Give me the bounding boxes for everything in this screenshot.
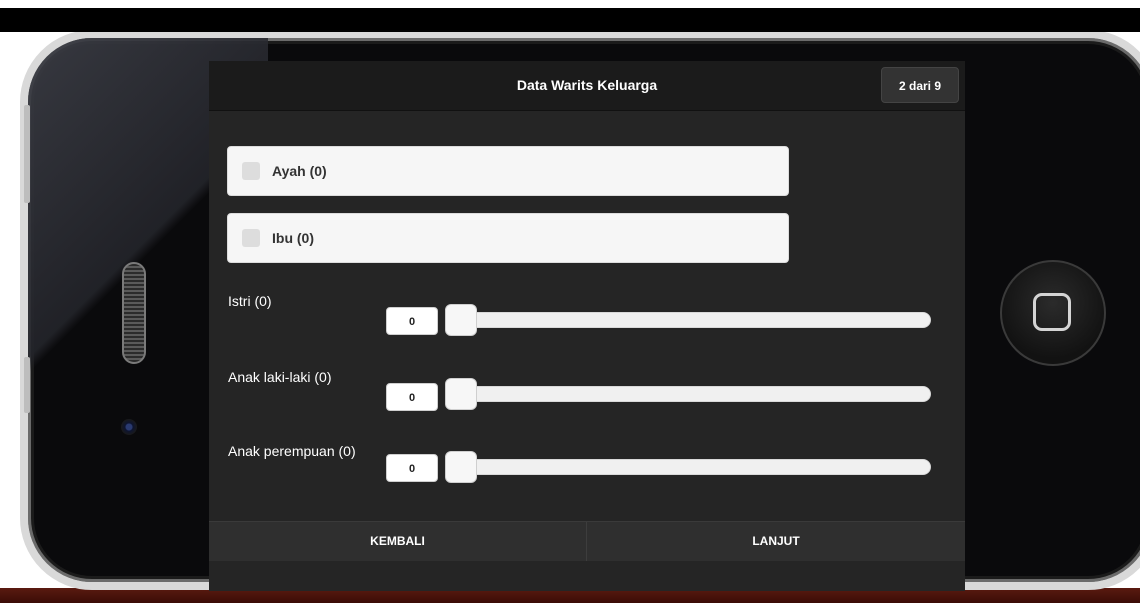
checkbox-ayah[interactable]: Ayah (0) (227, 146, 789, 196)
front-camera-icon (121, 419, 137, 435)
slider-label-anak-laki: Anak laki-laki (0) (228, 369, 332, 385)
anak-laki-value-input[interactable]: 0 (386, 383, 438, 411)
page-title: Data Warits Keluarga (516, 77, 658, 93)
header-bar: Data Warits Keluarga 2 dari 9 (209, 61, 965, 111)
anak-perempuan-slider-handle[interactable] (445, 451, 477, 483)
back-button[interactable]: KEMBALI (209, 522, 587, 561)
istri-slider-track[interactable] (450, 312, 931, 328)
checkbox-label-ibu: Ibu (0) (272, 230, 314, 246)
speaker-grille-icon (122, 262, 146, 364)
anak-perempuan-value-input[interactable]: 0 (386, 454, 438, 482)
top-black-bar (0, 8, 1140, 32)
home-square-icon (1033, 293, 1071, 331)
checkbox-icon[interactable] (242, 162, 260, 180)
side-button (24, 357, 30, 413)
app-screen: Data Warits Keluarga 2 dari 9 Ayah (0) I… (209, 61, 965, 591)
istri-value-input[interactable]: 0 (386, 307, 438, 335)
istri-slider-handle[interactable] (445, 304, 477, 336)
footer-nav: KEMBALI LANJUT (209, 521, 965, 561)
checkbox-label-ayah: Ayah (0) (272, 163, 327, 179)
home-button[interactable] (1000, 260, 1106, 366)
volume-button (24, 105, 30, 203)
checkbox-icon[interactable] (242, 229, 260, 247)
anak-laki-slider-track[interactable] (450, 386, 931, 402)
page-indicator-badge: 2 dari 9 (881, 67, 959, 103)
anak-laki-slider-handle[interactable] (445, 378, 477, 410)
next-button[interactable]: LANJUT (587, 522, 965, 561)
slider-label-istri: Istri (0) (228, 293, 272, 309)
anak-perempuan-slider-track[interactable] (450, 459, 931, 475)
slider-label-anak-perempuan: Anak perempuan (0) (228, 443, 356, 459)
checkbox-ibu[interactable]: Ibu (0) (227, 213, 789, 263)
